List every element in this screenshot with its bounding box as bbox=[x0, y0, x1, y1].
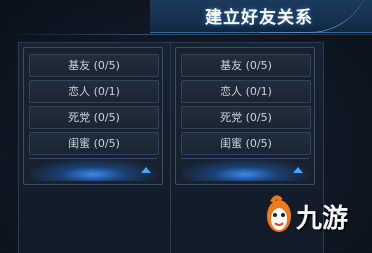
header-divider bbox=[0, 34, 372, 35]
slot-best-friend[interactable]: 死党 (0/5) bbox=[29, 106, 159, 129]
slot-lover[interactable]: 恋人 (0/1) bbox=[181, 80, 311, 103]
jiuyou-logo-icon bbox=[267, 195, 291, 232]
relationship-list: 基友 (0/5) 恋人 (0/1) 死党 (0/5) 闺蜜 (0/5) bbox=[175, 47, 315, 185]
expand-button[interactable] bbox=[29, 158, 157, 181]
slot-best-friend[interactable]: 死党 (0/5) bbox=[181, 106, 311, 129]
caret-up-icon bbox=[293, 167, 303, 173]
relationship-panel-left: 基友 (0/5) 恋人 (0/1) 死党 (0/5) 闺蜜 (0/5) bbox=[18, 42, 172, 253]
relationship-list: 基友 (0/5) 恋人 (0/1) 死党 (0/5) 闺蜜 (0/5) bbox=[23, 47, 163, 185]
slot-buddy[interactable]: 基友 (0/5) bbox=[29, 54, 159, 77]
caret-up-icon bbox=[141, 167, 151, 173]
slot-lover[interactable]: 恋人 (0/1) bbox=[29, 80, 159, 103]
slot-bestie[interactable]: 闺蜜 (0/5) bbox=[29, 132, 159, 155]
expand-button[interactable] bbox=[181, 158, 309, 181]
slot-bestie[interactable]: 闺蜜 (0/5) bbox=[181, 132, 311, 155]
watermark-text: 九游 bbox=[296, 204, 349, 234]
slot-buddy[interactable]: 基友 (0/5) bbox=[181, 54, 311, 77]
page-title: 建立好友关系 bbox=[205, 8, 313, 28]
